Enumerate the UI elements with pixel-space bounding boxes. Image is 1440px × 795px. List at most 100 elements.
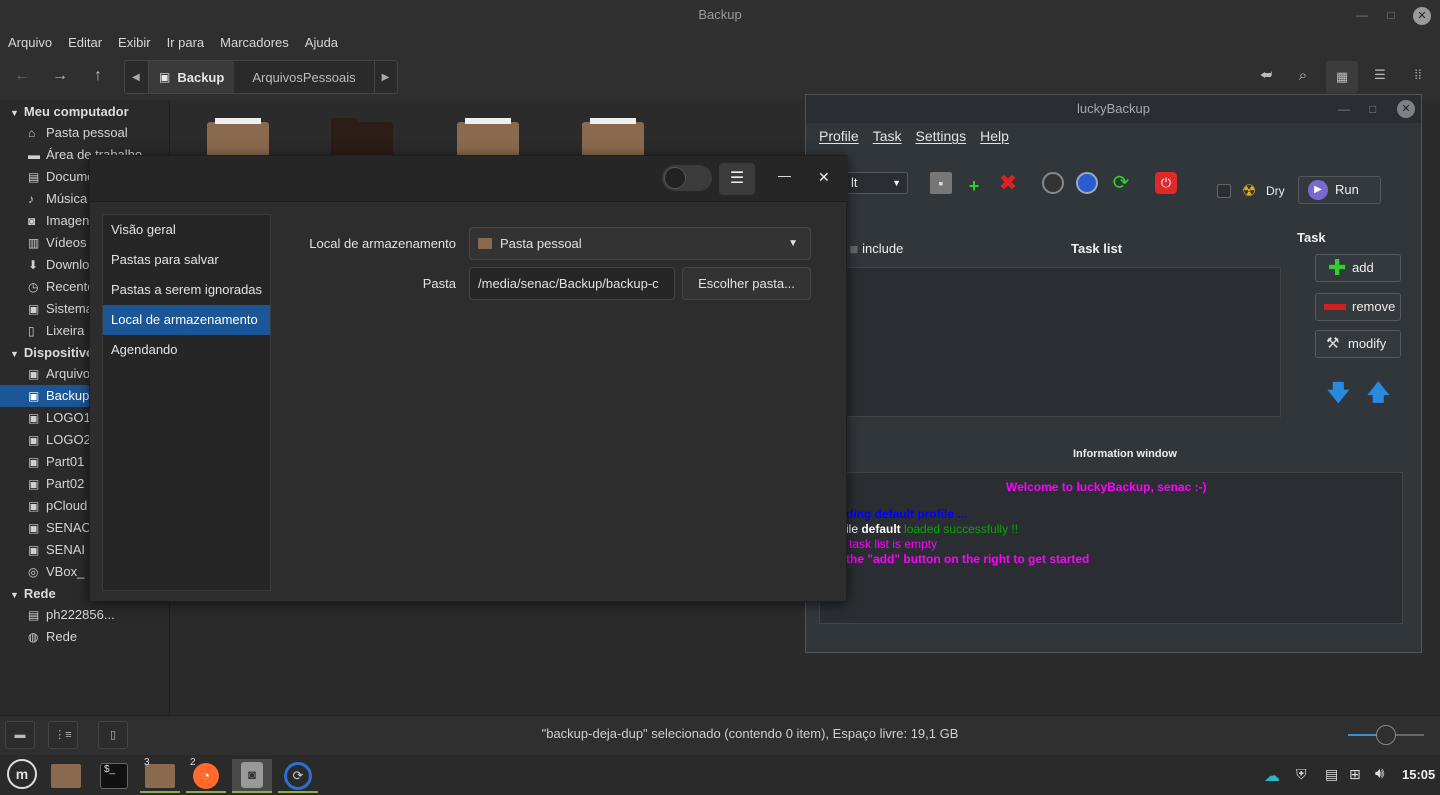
luckybackup-window: luckyBackup — □ ✕ Profile Task Settings …	[805, 94, 1422, 653]
menu-ajuda[interactable]: Ajuda	[297, 35, 346, 50]
drive-icon: ▣	[28, 411, 40, 425]
sidebar-item-ph222856[interactable]: ▤ ph222856...	[0, 604, 170, 626]
clock[interactable]: 15:05	[1402, 767, 1435, 782]
delete-profile-icon[interactable]: ✖	[997, 172, 1019, 194]
video-icon: ▥	[28, 236, 40, 250]
files-app-icon[interactable]	[46, 759, 86, 793]
terminal-icon[interactable]: $_	[94, 759, 134, 793]
tree-icon[interactable]: ⋮≡	[48, 721, 78, 749]
backup-app-icon[interactable]: ◙	[232, 759, 272, 793]
menu-arquivo[interactable]: Arquivo	[0, 35, 60, 50]
sidebar-section-network[interactable]: ▼ Rede	[10, 586, 56, 601]
network-icon: ◍	[28, 630, 39, 644]
move-down-icon[interactable]: 🡇	[1327, 376, 1350, 414]
info-icon[interactable]	[1076, 172, 1098, 194]
sidebar-item-rede[interactable]: ◍ Rede	[0, 626, 170, 648]
new-profile-icon[interactable]: +	[963, 175, 985, 197]
nav-folders-to-save[interactable]: Pastas para salvar	[103, 245, 270, 275]
info-line-hint: the "add" button on the right to get sta…	[846, 552, 1090, 566]
drive-icon: ▣	[28, 367, 40, 381]
run-button[interactable]: ▶ Run	[1298, 176, 1381, 204]
places-icon[interactable]: ▬	[5, 721, 35, 749]
menu-profile[interactable]: Profile	[812, 128, 866, 144]
close-icon[interactable]: ✕	[1410, 0, 1434, 30]
schedule-icon[interactable]	[1042, 172, 1064, 194]
minimize-icon[interactable]: —	[1350, 0, 1374, 30]
sidebar-section-computer[interactable]: ▼ Meu computador	[10, 104, 129, 119]
path-segment-backup[interactable]: ▣ Backup	[149, 61, 235, 93]
location-toggle-icon[interactable]: ⮨	[1254, 67, 1278, 89]
window-titlebar: Backup — □ ✕	[0, 0, 1440, 30]
minimize-icon[interactable]: —	[778, 168, 791, 183]
sidebar-section-devices[interactable]: ▼ Dispositivos	[10, 345, 101, 360]
profile-select[interactable]: lt ▼	[846, 172, 908, 194]
sidebar-toggle-icon[interactable]: ▯	[98, 721, 128, 749]
task-list[interactable]	[846, 267, 1281, 417]
maximize-icon[interactable]: □	[1369, 95, 1376, 123]
toggle-switch[interactable]	[662, 165, 712, 191]
firefox-icon[interactable]: 2 ◔	[186, 757, 226, 793]
menu-ir-para[interactable]: Ir para	[159, 35, 213, 50]
clipboard-icon[interactable]: ▤	[1325, 766, 1338, 783]
menu-exibir[interactable]: Exibir	[110, 35, 159, 50]
info-window-label: Information window	[1073, 448, 1177, 460]
menu-icon[interactable]: m	[2, 759, 42, 793]
menu-settings[interactable]: Settings	[908, 128, 973, 144]
wrench-icon: ⚒	[1326, 335, 1340, 352]
choose-folder-button[interactable]: Escolher pasta...	[682, 267, 811, 300]
volume-icon[interactable]: 🔊︎	[1375, 765, 1384, 782]
path-segment-arquivos[interactable]: ArquivosPessoais	[234, 61, 373, 93]
recent-icon: ◷	[28, 280, 39, 294]
close-icon[interactable]: ✕	[1397, 100, 1415, 118]
document-icon: ▤	[28, 170, 40, 184]
minimize-icon[interactable]: —	[1338, 95, 1350, 123]
menu-help[interactable]: Help	[973, 128, 1016, 144]
menu-editar[interactable]: Editar	[60, 35, 110, 50]
image-icon: ◙	[28, 214, 36, 228]
compact-view-icon[interactable]: ⁞⁞	[1406, 67, 1430, 89]
drive-icon: ▣	[159, 70, 171, 84]
maximize-icon[interactable]: □	[1379, 0, 1403, 30]
modify-button[interactable]: ⚒ modify	[1315, 330, 1401, 358]
add-button[interactable]: ✚ add	[1315, 254, 1401, 282]
folder-path-input[interactable]: /media/senac/Backup/backup-c	[469, 267, 675, 300]
nav-storage-location[interactable]: Local de armazenamento	[103, 305, 270, 335]
close-icon[interactable]: ✕	[818, 169, 830, 186]
desktop-icon: ▬	[28, 148, 40, 162]
menu-task[interactable]: Task	[866, 128, 909, 144]
luckybackup-title: luckyBackup	[1077, 101, 1150, 116]
back-icon[interactable]: ←	[10, 67, 34, 89]
menu-marcadores[interactable]: Marcadores	[212, 35, 297, 50]
remove-button[interactable]: remove	[1315, 293, 1401, 321]
forward-icon[interactable]: →	[48, 67, 72, 89]
storage-location-label: Local de armazenamento	[309, 236, 456, 251]
nav-overview[interactable]: Visão geral	[103, 215, 270, 245]
refresh-icon[interactable]: ⟳	[1110, 172, 1132, 194]
path-right-icon[interactable]: ▶	[373, 61, 397, 93]
nav-folders-to-ignore[interactable]: Pastas a serem ignoradas	[103, 275, 270, 305]
info-line-loaded: ile default loaded successfully !!	[846, 522, 1019, 536]
zoom-slider[interactable]	[1348, 725, 1424, 745]
up-icon[interactable]: ↑	[86, 67, 110, 89]
list-view-icon[interactable]: ☰	[1368, 67, 1392, 89]
shield-icon[interactable]: ⛨	[1296, 766, 1307, 783]
move-up-icon[interactable]: 🡅	[1367, 376, 1390, 414]
hamburger-menu-icon[interactable]: ☰	[719, 163, 755, 195]
drive-icon: ▣	[28, 477, 40, 491]
power-icon[interactable]: ⏻	[1155, 172, 1177, 194]
icon-view-icon[interactable]: ▦	[1326, 61, 1358, 93]
nav-scheduling[interactable]: Agendando	[103, 335, 270, 365]
files-window-icon[interactable]: 3	[140, 757, 180, 793]
path-left-icon[interactable]: ◀	[125, 61, 149, 93]
save-icon[interactable]: ▪	[930, 172, 952, 194]
luckybackup-icon[interactable]: ⟳	[278, 759, 318, 793]
task-list-label: Task list	[1071, 241, 1123, 256]
server-icon: ▤	[28, 608, 40, 622]
storage-location-select[interactable]: Pasta pessoal ▼	[469, 227, 811, 260]
search-icon[interactable]: ⌕	[1291, 67, 1315, 89]
sidebar-item-home[interactable]: ⌂ Pasta pessoal	[0, 122, 170, 144]
cloud-sync-icon[interactable]: ☁	[1264, 766, 1280, 786]
dry-run-checkbox[interactable]	[1217, 184, 1231, 198]
folder-icon	[478, 238, 492, 249]
network-icon[interactable]: ⊞	[1349, 766, 1361, 783]
